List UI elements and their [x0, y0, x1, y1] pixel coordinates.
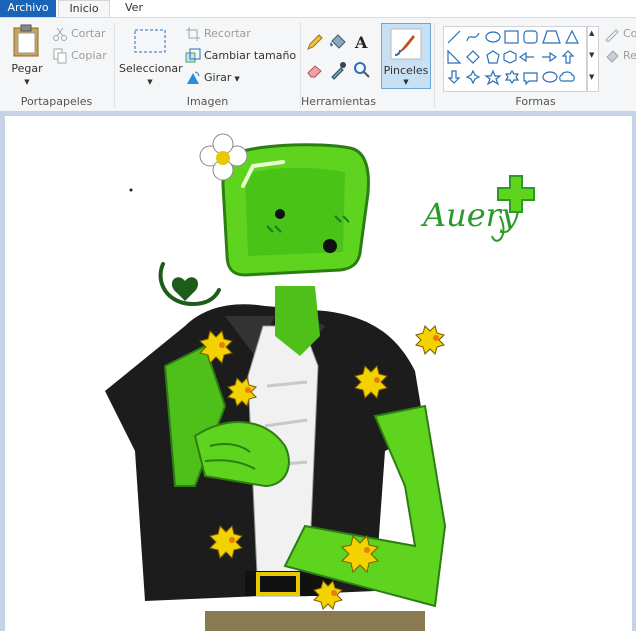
shapes-group-label: Formas [515, 95, 556, 108]
resize-label: Cambiar tamaño [204, 49, 297, 62]
clipboard-icon [13, 24, 39, 57]
fill-icon [606, 50, 619, 63]
crop-button[interactable]: Recortar [185, 24, 251, 44]
image-group-label: Imagen [186, 95, 229, 108]
chevron-up-icon: ▲ [589, 29, 595, 37]
pencil-icon [307, 34, 323, 50]
paint-bucket-icon [330, 34, 346, 49]
crop-label: Recortar [204, 27, 251, 40]
selection-rectangle-icon [134, 29, 166, 53]
image-group: Seleccionar ▼ Recortar Cambiar tamaño Gi… [115, 18, 300, 111]
eyedropper-icon [331, 62, 346, 80]
tab-view[interactable]: Ver [114, 0, 154, 17]
copy-label: Copiar [71, 49, 107, 62]
svg-text:A: A [354, 33, 368, 52]
fill-tool[interactable] [328, 32, 348, 52]
shapes-gallery[interactable] [443, 26, 587, 92]
artist-signature: Auery [420, 196, 520, 234]
chevron-down-icon: ▼ [589, 51, 595, 59]
brushes-button[interactable]: Pinceles ▼ [381, 23, 431, 89]
brush-icon [390, 28, 422, 60]
text-tool[interactable]: A [352, 32, 372, 52]
magnifier-icon [354, 62, 370, 78]
shapes-icons [447, 29, 579, 86]
color-picker-tool[interactable] [328, 60, 348, 80]
tab-file[interactable]: Archivo [0, 0, 56, 17]
pencil-tool[interactable] [305, 32, 325, 52]
rotate-icon [187, 71, 200, 84]
shapes-scroll[interactable]: ▲ ▼ ▼ [587, 26, 599, 92]
heart-doodle [158, 262, 221, 307]
artwork-illustration: Auery [105, 133, 535, 631]
text-a-icon: A [354, 33, 368, 52]
shape-outline-button[interactable]: Co [604, 24, 636, 44]
rotate-label: Girar [204, 71, 232, 84]
tools-group-label: Herramientas [301, 95, 376, 108]
copy-button[interactable]: Copiar [52, 46, 107, 66]
scissors-icon [53, 27, 67, 41]
ribbon: Pegar ▼ Cortar Copiar Portapapeles Selec… [0, 17, 636, 112]
outline-icon [605, 29, 619, 42]
resize-button[interactable]: Cambiar tamaño [185, 46, 296, 66]
crop-icon [186, 27, 200, 41]
select-button[interactable]: Seleccionar ▼ [119, 24, 183, 90]
canvas-workspace: Auery [0, 111, 636, 631]
shape-fill-button[interactable]: Re [604, 46, 636, 66]
shape-fill-label: Re [623, 49, 636, 62]
ribbon-tabs: Archivo Inicio Ver [0, 0, 636, 17]
shape-outline-label: Co [623, 27, 636, 40]
eraser-tool[interactable] [305, 60, 325, 80]
clipboard-group-label: Portapapeles [20, 95, 93, 108]
chevron-down-icon: ▼ [234, 75, 240, 83]
eraser-icon [307, 65, 322, 78]
chevron-down-icon: ▼ [403, 78, 409, 86]
tools-group: A Herramientas [301, 18, 376, 111]
drawing-canvas[interactable]: Auery [5, 116, 632, 631]
cut-button[interactable]: Cortar [52, 24, 106, 44]
cut-label: Cortar [71, 27, 106, 40]
tab-home[interactable]: Inicio [58, 0, 110, 17]
brushes-label: Pinceles [383, 64, 429, 77]
chevron-down-icon: ▼ [24, 78, 30, 86]
expand-gallery-icon: ▼ [589, 73, 595, 81]
paste-button[interactable]: Pegar ▼ [6, 24, 48, 90]
select-label: Seleccionar [119, 62, 183, 75]
chevron-down-icon: ▼ [147, 78, 153, 86]
paste-label: Pegar [11, 62, 43, 75]
resize-icon [185, 48, 201, 63]
clipboard-group: Pegar ▼ Cortar Copiar Portapapeles [0, 18, 113, 111]
rotate-button[interactable]: Girar ▼ [185, 68, 240, 88]
magnifier-tool[interactable] [352, 60, 372, 80]
copy-icon [53, 48, 67, 64]
